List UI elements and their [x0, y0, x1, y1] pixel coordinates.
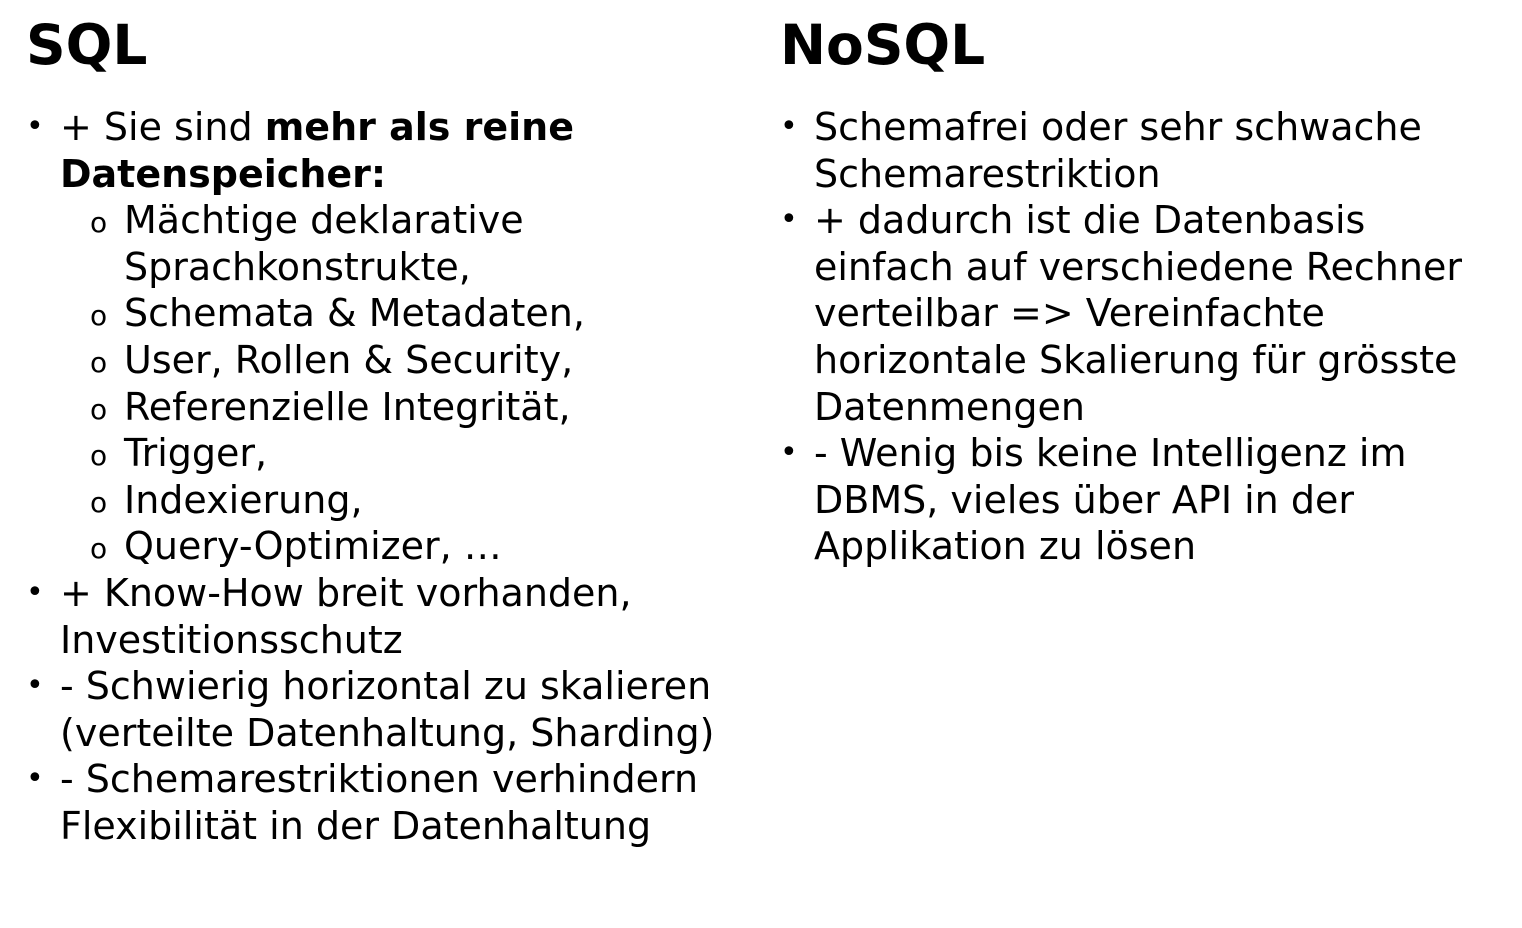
sql-subitem-text: Mächtige deklarative Sprachkonstrukte, [124, 198, 524, 289]
sql-item-capabilities: • + Sie sind mehr als reine Datenspeiche… [26, 104, 756, 570]
circle-bullet-icon: o [90, 206, 108, 240]
sql-item-knowhow-text: + Know-How breit vorhanden, Investitions… [60, 570, 632, 662]
sql-subitem-text: Query-Optimizer, … [124, 524, 502, 569]
nosql-bullet-list: • Schemafrei oder sehr schwache Schemare… [780, 104, 1510, 570]
circle-bullet-icon: o [90, 299, 108, 333]
sql-item-schema-restrictions-text: - Schemarestriktionen verhindern Flexibi… [60, 757, 699, 848]
sql-bullet-list: • + Sie sind mehr als reine Datenspeiche… [26, 104, 756, 850]
nosql-item-schemaless: • Schemafrei oder sehr schwache Schemare… [780, 104, 1510, 197]
circle-bullet-icon: o [90, 532, 108, 566]
nosql-item-intelligence: • - Wenig bis keine Intelligenz im DBMS,… [780, 430, 1510, 570]
circle-bullet-icon: o [90, 392, 108, 426]
sql-subitem: o Schemata & Metadaten, [60, 290, 756, 337]
sql-subitem-text: Schemata & Metadaten, [124, 291, 585, 336]
sql-subitem-text: Trigger, [124, 431, 268, 476]
nosql-item-intelligence-text: - Wenig bis keine Intelligenz im DBMS, v… [814, 431, 1407, 569]
nosql-item-schemaless-text: Schemafrei oder sehr schwache Schemarest… [814, 105, 1422, 196]
bullet-icon: • [780, 109, 798, 144]
sql-subitem: o Referenzielle Integrität, [60, 384, 756, 431]
sql-item-knowhow: • + Know-How breit vorhanden, Investitio… [26, 570, 756, 663]
sql-item-scaling: • - Schwierig horizontal zu skalieren (v… [26, 663, 756, 756]
sql-subitem: o Trigger, [60, 430, 756, 477]
nosql-item-distribution: • + dadurch ist die Datenbasis einfach a… [780, 197, 1510, 430]
sql-item-capabilities-prefix: + Sie sind [60, 105, 265, 149]
bullet-icon: • [26, 668, 44, 704]
sql-subitem-text: Referenzielle Integrität, [124, 384, 571, 429]
sql-subitem: o User, Rollen & Security, [60, 337, 756, 384]
circle-bullet-icon: o [90, 345, 108, 379]
circle-bullet-icon: o [90, 485, 108, 519]
sql-subitem: o Mächtige deklarative Sprachkonstrukte, [60, 197, 756, 290]
bullet-icon: • [26, 761, 44, 797]
sql-item-schema-restrictions: • - Schemarestriktionen verhindern Flexi… [26, 756, 756, 849]
nosql-item-distribution-text: + dadurch ist die Datenbasis einfach auf… [814, 198, 1462, 429]
sql-subitem: o Indexierung, [60, 477, 756, 524]
nosql-heading: NoSQL [780, 13, 986, 77]
sql-subitem-text: Indexierung, [124, 477, 363, 522]
sql-subitem: o Query-Optimizer, … [60, 523, 756, 570]
sql-item-scaling-text: - Schwierig horizontal zu skalieren (ver… [60, 664, 715, 755]
bullet-icon: • [780, 435, 798, 471]
sql-subitem-text: User, Rollen & Security, [124, 337, 574, 382]
bullet-icon: • [26, 109, 44, 144]
sql-capabilities-sublist: o Mächtige deklarative Sprachkonstrukte, … [60, 197, 756, 570]
sql-heading: SQL [26, 13, 148, 77]
bullet-icon: • [780, 202, 798, 238]
circle-bullet-icon: o [90, 439, 108, 473]
bullet-icon: • [26, 574, 44, 610]
